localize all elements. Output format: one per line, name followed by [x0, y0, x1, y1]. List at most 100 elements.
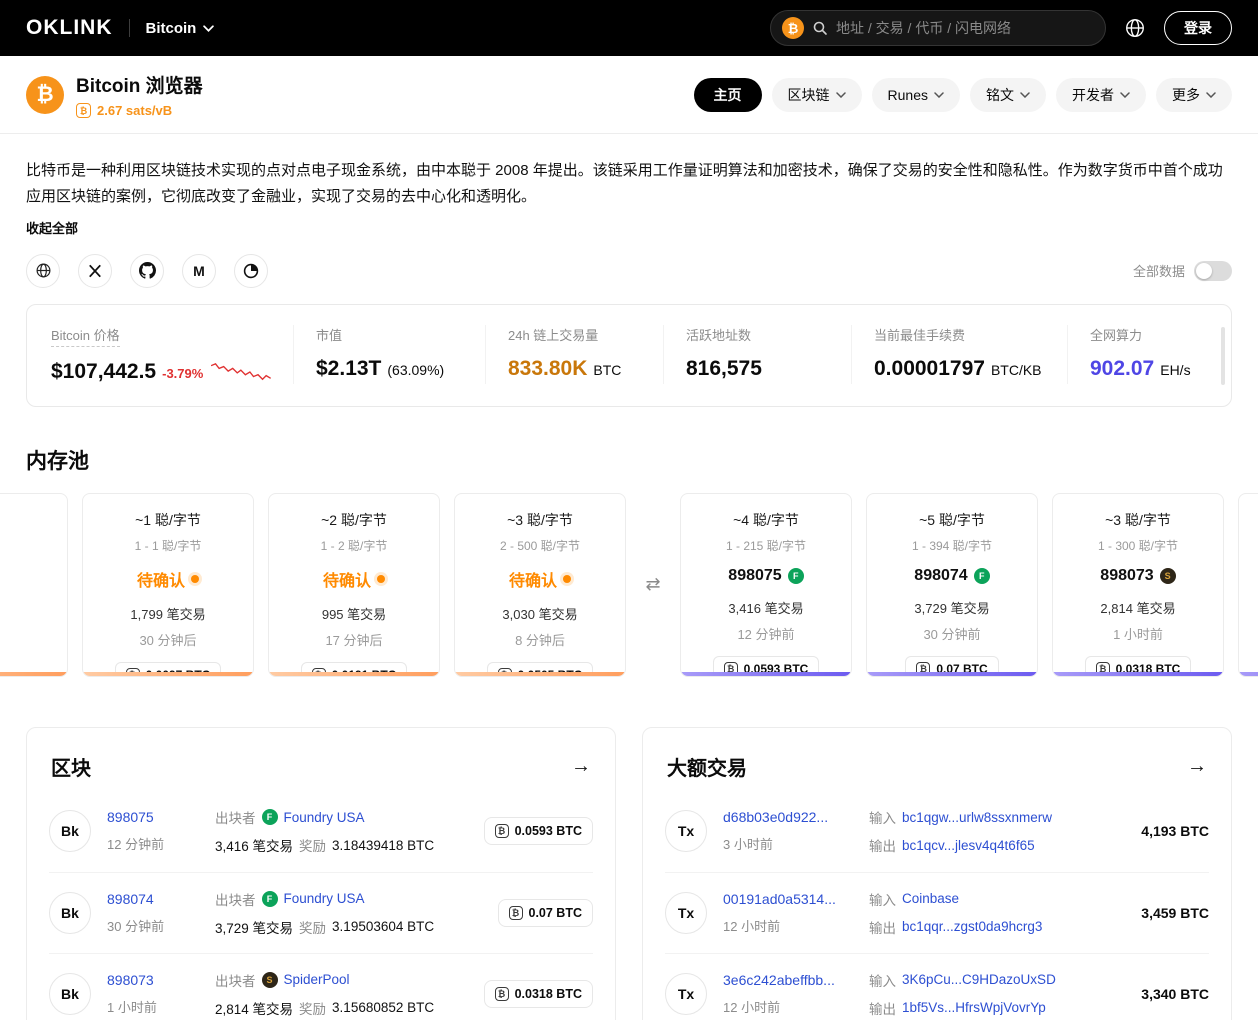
miner-link[interactable]: Foundry USA	[284, 891, 365, 906]
swap-icon[interactable]: ⇄	[640, 493, 666, 677]
language-globe-icon[interactable]	[1124, 17, 1146, 39]
transaction-row: Tx d68b03e0d922... 3 小时前 输入 bc1qgw...url…	[665, 791, 1209, 872]
block-row: Bk 898073 1 小时前 出块者 S SpiderPool 2,814 笔…	[49, 953, 593, 1020]
mempool-card-partial-right[interactable]	[1238, 493, 1258, 677]
tab-runes[interactable]: Runes	[872, 78, 960, 112]
price-sparkline	[211, 360, 271, 384]
mempool-card-partial-left[interactable]: ₿	[0, 493, 68, 677]
block-height-link[interactable]: 898074	[107, 891, 154, 907]
fee-range: 1 - 394 聪/字节	[867, 537, 1037, 554]
output-address-link[interactable]: 1bf5Vs...HfrsWpjVovrYp	[902, 1000, 1046, 1015]
tx-icon: Tx	[665, 810, 707, 852]
search-input[interactable]	[836, 20, 1094, 36]
status-dot-icon	[377, 575, 385, 583]
chain-selector[interactable]: Bitcoin	[146, 20, 215, 37]
block-reward: 3.18439418 BTC	[332, 838, 434, 853]
marketcap-value: $2.13T	[316, 357, 381, 381]
input-address-link[interactable]: bc1qgw...urlw8ssxnmerw	[902, 810, 1052, 825]
miner-link[interactable]: SpiderPool	[284, 972, 350, 987]
medium-icon[interactable]: M	[182, 254, 216, 288]
age: 12 分钟前	[681, 624, 851, 643]
tab-home[interactable]: 主页	[694, 78, 762, 112]
mempool-card-pending-1[interactable]: ~1 聪/字节 1 - 1 聪/字节 待确认 1,799 笔交易 30 分钟后 …	[82, 493, 254, 677]
pending-status: 待确认	[83, 567, 253, 591]
tab-blockchain[interactable]: 区块链	[772, 78, 862, 112]
block-height-link[interactable]: 898075	[107, 809, 154, 825]
tab-inscriptions[interactable]: 铭文	[970, 78, 1046, 112]
mempool-card-pending-2[interactable]: ~2 聪/字节 1 - 2 聪/字节 待确认 995 笔交易 17 分钟后 ₿0…	[268, 493, 440, 677]
tab-more[interactable]: 更多	[1156, 78, 1232, 112]
stat-marketcap: 市值 $2.13T (63.09%)	[293, 325, 485, 384]
output-address-link[interactable]: bc1qcv...jlesv4q4t6f65	[902, 838, 1035, 853]
miner-link[interactable]: Foundry USA	[284, 810, 365, 825]
tx-hash-link[interactable]: 3e6c242abeffbb...	[723, 972, 835, 988]
tx-count: 1,799 笔交易	[83, 604, 253, 623]
mempool-card-block-898075[interactable]: ~4 聪/字节 1 - 215 聪/字节 898075F 3,416 笔交易 1…	[680, 493, 852, 677]
chain-description: 比特币是一种利用区块链技术实现的点对点电子现金系统，由中本聪于 2008 年提出…	[26, 158, 1232, 210]
pending-accent	[455, 672, 625, 676]
oklink-logo[interactable]: OKLINK	[26, 16, 113, 40]
tx-age: 12 小时前	[723, 997, 869, 1016]
transactions-arrow-icon[interactable]: →	[1187, 755, 1207, 778]
tx-count: 3,030 笔交易	[455, 604, 625, 623]
spiderpool-icon: S	[1160, 568, 1176, 584]
tx-hash-link[interactable]: d68b03e0d922...	[723, 809, 828, 825]
fee-rate: ₿ 2.67 sats/vB	[76, 103, 203, 118]
mempool-carousel: ₿ ~1 聪/字节 1 - 1 聪/字节 待确认 1,799 笔交易 30 分钟…	[0, 491, 1258, 685]
chevron-down-icon	[934, 92, 944, 98]
website-icon[interactable]	[26, 254, 60, 288]
foundry-usa-icon: F	[974, 568, 990, 584]
price-change: -3.79%	[162, 366, 203, 381]
output-address-link[interactable]: bc1qqr...zgst0da9hcrg3	[902, 919, 1042, 934]
tab-developer[interactable]: 开发者	[1056, 78, 1146, 112]
stats-scrollbar[interactable]	[1221, 327, 1225, 385]
fee-range: 1 - 300 聪/字节	[1053, 537, 1223, 554]
mempool-card-block-898073[interactable]: ~3 聪/字节 1 - 300 聪/字节 898073S 2,814 笔交易 1…	[1052, 493, 1224, 677]
status-dot-icon	[563, 575, 571, 583]
confirmed-accent	[681, 672, 851, 676]
volume-value: 833.80K	[508, 357, 587, 381]
foundry-usa-icon: F	[262, 891, 278, 907]
pending-status: 待确认	[269, 567, 439, 591]
transaction-row: Tx 3e6c242abeffbb... 12 小时前 输入 3K6pCu...…	[665, 953, 1209, 1020]
block-icon: Bk	[49, 973, 91, 1015]
github-icon[interactable]	[130, 254, 164, 288]
btc-fee-icon: ₿	[76, 103, 91, 118]
stats-bar: Bitcoin 价格 $107,442.5 -3.79% 市值 $2.13T (…	[26, 304, 1232, 407]
spiderpool-icon: S	[262, 972, 278, 988]
chevron-down-icon	[1120, 92, 1130, 98]
pie-chart-icon[interactable]	[234, 254, 268, 288]
tx-hash-link[interactable]: 00191ad0a5314...	[723, 891, 836, 907]
all-data-toggle[interactable]	[1194, 261, 1232, 281]
eta: 8 分钟后	[455, 630, 625, 649]
pending-status: 待确认	[455, 567, 625, 591]
miner-label: 出块者	[215, 970, 256, 990]
input-address-link[interactable]: Coinbase	[902, 891, 959, 906]
x-icon[interactable]	[78, 254, 112, 288]
blocks-title: 区块	[51, 752, 91, 781]
chain-selector-label: Bitcoin	[146, 20, 197, 37]
volume-unit: BTC	[593, 362, 621, 378]
search-bar: ₿	[770, 10, 1106, 46]
chevron-down-icon	[1206, 92, 1216, 98]
transactions-title: 大额交易	[667, 752, 747, 781]
fee-range: 1 - 2 聪/字节	[269, 537, 439, 554]
stat-active-addresses: 活跃地址数 816,575	[663, 325, 851, 384]
miner-label: 出块者	[215, 807, 256, 827]
btc-badge-icon: ₿	[782, 17, 804, 39]
mempool-card-block-898074[interactable]: ~5 聪/字节 1 - 394 聪/字节 898074F 3,729 笔交易 3…	[866, 493, 1038, 677]
block-fee-badge: ₿0.0318 BTC	[484, 980, 593, 1008]
collapse-all-link[interactable]: 收起全部	[26, 218, 78, 237]
blocks-arrow-icon[interactable]: →	[571, 755, 591, 778]
input-address-link[interactable]: 3K6pCu...C9HDazoUxSD	[902, 972, 1056, 987]
block-height-link[interactable]: 898073	[107, 972, 154, 988]
reward-label: 奖励	[299, 917, 326, 937]
tx-age: 3 小时前	[723, 834, 869, 853]
marketcap-pct: (63.09%)	[387, 362, 444, 378]
btc-chip-icon: ₿	[495, 987, 509, 1001]
login-button[interactable]: 登录	[1164, 11, 1232, 45]
input-label: 输入	[869, 889, 896, 909]
transaction-row: Tx 00191ad0a5314... 12 小时前 输入 Coinbase 输…	[665, 872, 1209, 953]
mempool-card-pending-3[interactable]: ~3 聪/字节 2 - 500 聪/字节 待确认 3,030 笔交易 8 分钟后…	[454, 493, 626, 677]
tx-count: 2,814 笔交易	[1053, 598, 1223, 617]
